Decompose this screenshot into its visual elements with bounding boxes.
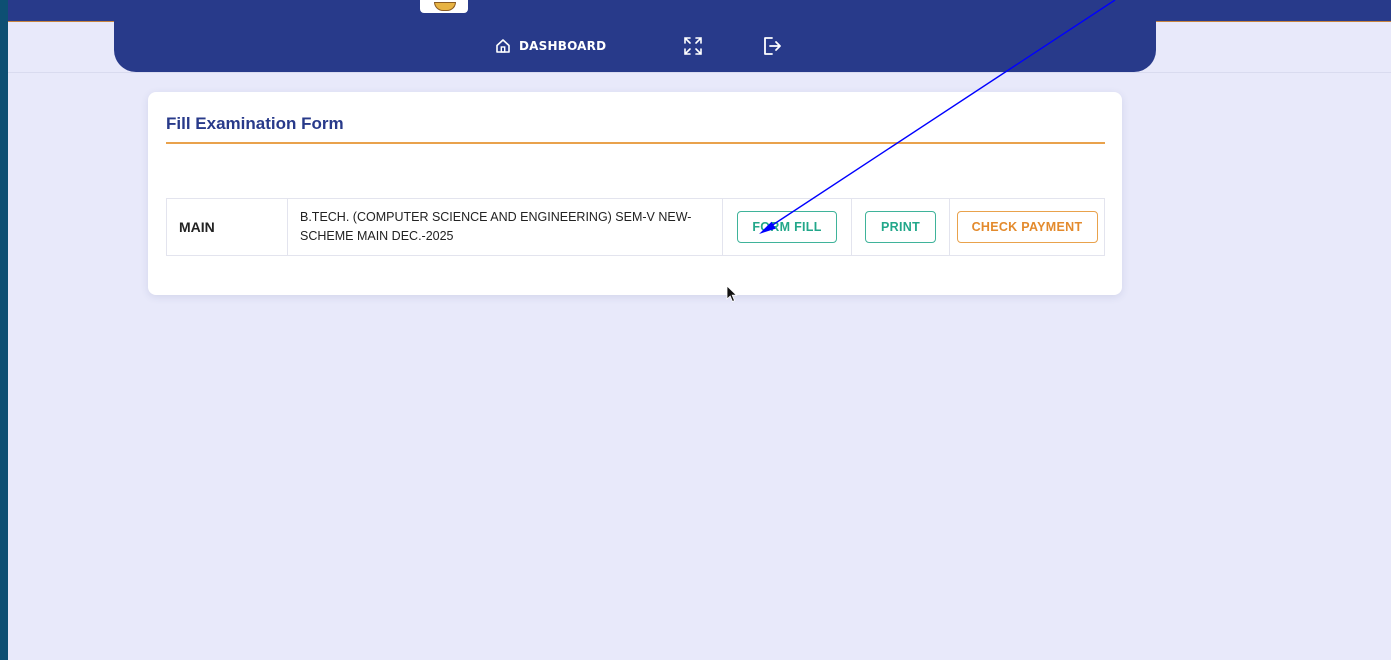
print-cell: PRINT — [851, 198, 950, 256]
course-name-line: SCHEME MAIN DEC.-2025 — [300, 229, 454, 243]
home-icon — [496, 39, 510, 53]
check-payment-cell: CHECK PAYMENT — [949, 198, 1105, 256]
left-edge-strip — [0, 0, 8, 660]
exam-form-card: Fill Examination Form MAIN B.TECH. (COMP… — [148, 92, 1122, 295]
check-payment-button[interactable]: CHECK PAYMENT — [956, 211, 1098, 243]
page-title: Fill Examination Form — [166, 114, 344, 133]
logo-emblem-icon — [434, 2, 456, 11]
form-fill-button[interactable]: FORM FILL — [737, 211, 837, 243]
form-fill-cell: FORM FILL — [722, 198, 852, 256]
app-viewport: DASHBOARD Fill Examination Form MAIN B.T… — [8, 0, 1391, 660]
logout-icon[interactable] — [760, 34, 784, 58]
header-divider — [8, 72, 1391, 73]
mouse-cursor-icon — [726, 285, 738, 303]
top-header-bar — [8, 0, 1391, 22]
title-underline — [166, 142, 1105, 144]
course-name-cell: B.TECH. (COMPUTER SCIENCE AND ENGINEERIN… — [287, 198, 723, 256]
exam-table: MAIN B.TECH. (COMPUTER SCIENCE AND ENGIN… — [166, 198, 1105, 256]
dashboard-nav-link[interactable]: DASHBOARD — [495, 36, 606, 56]
table-row: MAIN B.TECH. (COMPUTER SCIENCE AND ENGIN… — [166, 198, 1105, 256]
course-name-line: B.TECH. (COMPUTER SCIENCE AND ENGINEERIN… — [300, 210, 692, 224]
print-button[interactable]: PRINT — [865, 211, 936, 243]
dashboard-label: DASHBOARD — [519, 39, 607, 53]
university-logo — [420, 0, 468, 13]
fullscreen-icon[interactable] — [682, 35, 704, 57]
main-navbar: DASHBOARD — [114, 21, 1156, 72]
exam-type-cell: MAIN — [166, 198, 288, 256]
